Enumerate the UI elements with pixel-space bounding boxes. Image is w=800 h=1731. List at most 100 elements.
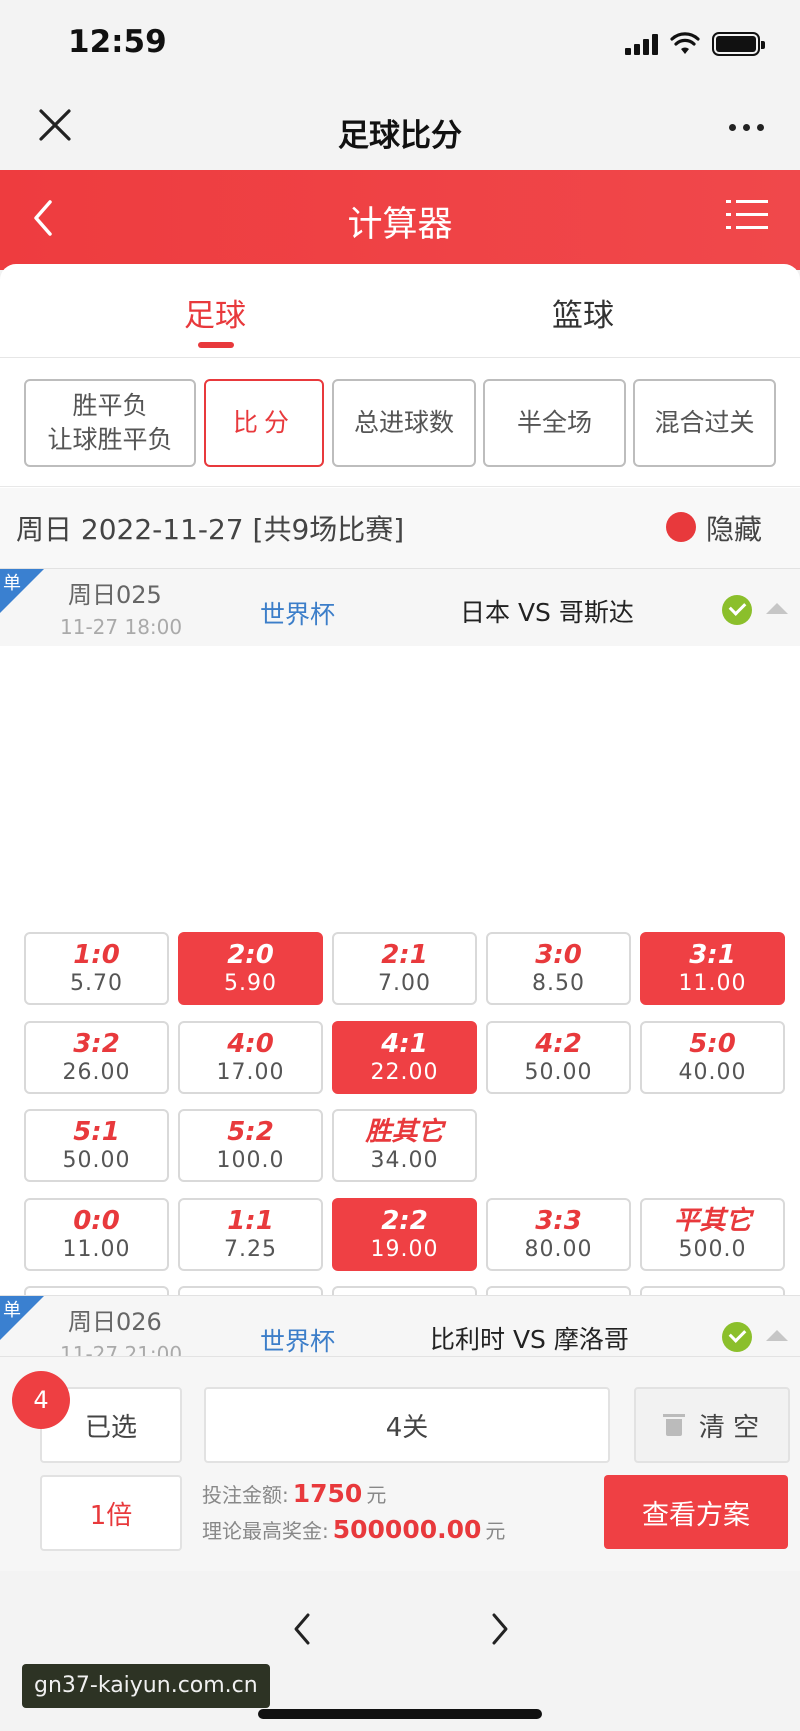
clear-button[interactable]: 清 空 [634,1387,790,1463]
score-label: 3:2 [73,1029,120,1059]
score-label: 3:0 [535,940,582,970]
hide-toggle-dot[interactable] [666,512,696,542]
odds-value: 17.00 [216,1060,285,1085]
match-league: 世界杯 [260,1327,336,1356]
score-option[interactable]: 3:0 8.50 [486,932,631,1005]
active-tab-indicator [198,342,234,348]
match-row[interactable]: 单 周日025 11-27 18:00 世界杯 日本 VS 哥斯达 [0,568,800,646]
score-option[interactable]: 2:0 5.90 [178,932,323,1005]
score-option[interactable]: 4:1 22.00 [332,1021,477,1094]
menu-list-icon[interactable] [726,198,768,232]
tab-basketball[interactable]: 篮球 [552,290,614,335]
check-icon[interactable] [722,595,752,625]
battery-icon [712,32,765,56]
score-option[interactable]: 4:0 17.00 [178,1021,323,1094]
calculator-header: 计算器 [0,170,800,270]
hide-toggle-label[interactable]: 隐藏 [706,508,762,548]
odds-value: 7.25 [224,1237,277,1262]
view-plan-button[interactable]: 查看方案 [604,1475,788,1549]
status-icons [625,30,765,58]
match-time: 11-27 18:00 [60,615,183,639]
odds-value: 26.00 [62,1060,131,1085]
score-option[interactable]: 5:1 50.00 [24,1109,169,1182]
single-badge-label: 单 [3,573,21,594]
selected-count-badge: 4 [12,1371,70,1429]
nav-forward-icon[interactable] [484,1609,514,1649]
score-label: 胜其它 [365,1117,444,1147]
odds-value: 22.00 [370,1060,439,1085]
page-title: 足球比分 [338,118,462,154]
bet-amount-unit: 元 [366,1483,387,1507]
match-teams: 日本 VS 哥斯达 [460,598,634,627]
score-option[interactable]: 0:0 11.00 [24,1198,169,1271]
score-label: 1:0 [73,940,120,970]
nav-back-icon[interactable] [288,1609,318,1649]
collapse-icon[interactable] [766,603,788,614]
score-label: 5:2 [227,1117,274,1147]
bet-amount-value: 1750 [292,1479,363,1508]
score-option[interactable]: 平其它 500.0 [640,1198,785,1271]
calculator-title: 计算器 [347,205,453,245]
odds-value: 5.90 [224,971,277,996]
score-grid: 1:0 5.70 2:0 5.90 2:1 7.00 3:0 8.50 3:1 11.00 3:2 2… [0,662,800,1359]
check-icon[interactable] [722,1322,752,1352]
browser-nav-bar: gn37-kaiyun.com.cn [0,1571,800,1731]
play-type-total-goals[interactable]: 总进球数 [332,379,476,467]
play-type-label: 混合过关 [654,408,755,438]
match-teams: 比利时 VS 摩洛哥 [430,1325,629,1354]
match-row[interactable]: 单 周日026 11-27 21:00 世界杯 比利时 VS 摩洛哥 [0,1295,800,1357]
pass-type-selector[interactable]: 4关 [204,1387,610,1463]
play-type-score[interactable]: 比分 [204,379,324,467]
play-type-label: 胜平负 [72,391,148,421]
play-type-label: 让球胜平负 [47,425,173,454]
clear-label: 清 空 [698,1412,760,1443]
tab-football[interactable]: 足球 [184,290,246,335]
match-league: 世界杯 [260,600,336,629]
date-bar: 周日 2022-11-27 [共9场比赛] 隐藏 [0,488,800,568]
status-time: 12:59 [68,24,167,60]
score-option[interactable]: 5:2 100.0 [178,1109,323,1182]
multiple-selector[interactable]: 1倍 [40,1475,182,1551]
score-label: 2:2 [381,1206,428,1236]
score-label: 3:3 [535,1206,582,1236]
odds-value: 7.00 [378,971,431,996]
play-type-win-draw-lose[interactable]: 胜平负 让球胜平负 [24,379,196,467]
odds-value: 50.00 [62,1148,131,1173]
odds-value: 100.0 [216,1148,285,1173]
score-option[interactable]: 3:1 11.00 [640,932,785,1005]
bet-summary: 4 已选 4关 清 空 1倍 投注金额: 1750 元 理论最高奖金: 500000.… [0,1356,800,1571]
play-type-label: 比分 [232,408,295,438]
play-type-half-full[interactable]: 半全场 [483,379,626,467]
single-badge-label: 单 [3,1300,21,1321]
odds-value: 40.00 [678,1060,747,1085]
score-option[interactable]: 2:2 19.00 [332,1198,477,1271]
score-option[interactable]: 4:2 50.00 [486,1021,631,1094]
score-option[interactable]: 胜其它 34.00 [332,1109,477,1182]
score-label: 4:2 [535,1029,582,1059]
bet-amount-line: 投注金额: 1750 元 [202,1479,386,1508]
score-label: 4:0 [227,1029,274,1059]
score-option[interactable]: 1:1 7.25 [178,1198,323,1271]
max-prize-line: 理论最高奖金: 500000.00 元 [202,1515,505,1544]
score-option[interactable]: 5:0 40.00 [640,1021,785,1094]
more-icon[interactable] [729,124,764,131]
wifi-icon [670,32,700,54]
score-label: 4:1 [381,1029,428,1059]
score-option[interactable]: 3:3 80.00 [486,1198,631,1271]
max-prize-label: 理论最高奖金: [202,1519,329,1543]
collapse-icon[interactable] [766,1330,788,1341]
home-indicator[interactable] [258,1709,542,1719]
odds-value: 50.00 [524,1060,593,1085]
score-option[interactable]: 3:2 26.00 [24,1021,169,1094]
score-label: 2:0 [227,940,274,970]
play-type-mixed-parlay[interactable]: 混合过关 [633,379,776,467]
score-label: 2:1 [381,940,428,970]
max-prize-unit: 元 [485,1519,506,1543]
score-label: 5:1 [73,1117,120,1147]
odds-value: 500.0 [678,1237,747,1262]
score-option[interactable]: 1:0 5.70 [24,932,169,1005]
max-prize-value: 500000.00 [332,1515,482,1544]
odds-value: 11.00 [678,971,747,996]
odds-value: 80.00 [524,1237,593,1262]
score-option[interactable]: 2:1 7.00 [332,932,477,1005]
